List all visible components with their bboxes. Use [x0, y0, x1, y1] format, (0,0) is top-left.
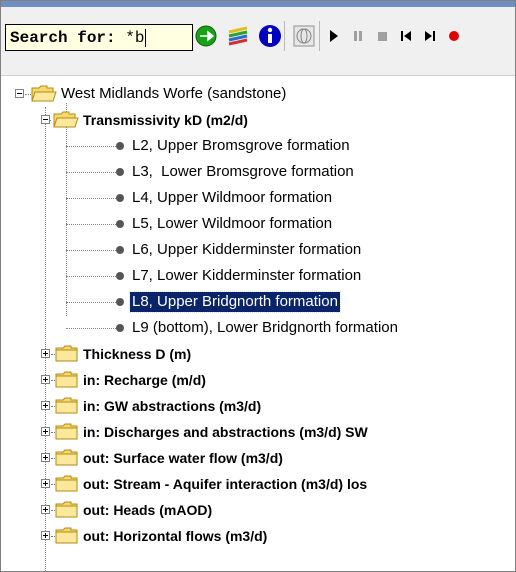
collapse-icon[interactable]: [41, 115, 50, 124]
leaf-label: L5, Lower Wildmoor formation: [132, 215, 333, 232]
folder-icon: [55, 527, 78, 544]
tree-group[interactable]: out: Horizontal flows (m3/d): [1, 523, 515, 549]
expand-icon[interactable]: [41, 479, 50, 488]
folder-icon: [55, 501, 78, 518]
tree-leaf[interactable]: L5, Lower Wildmoor formation: [1, 211, 515, 237]
tree-group[interactable]: Thickness D (m): [1, 341, 515, 367]
layer-bullet-icon: [116, 246, 124, 254]
folder-icon: [55, 423, 78, 440]
leaf-label: L6, Upper Kidderminster formation: [132, 241, 362, 258]
group-label: out: Stream - Aquifer interaction (m3/d)…: [83, 476, 368, 492]
leaf-label: L4, Upper Wildmoor formation: [132, 189, 333, 206]
tree-view[interactable]: West Midlands Worfe (sandstone) Transmis…: [1, 81, 515, 571]
tree-leaf[interactable]: L3, Lower Bromsgrove formation: [1, 159, 515, 185]
expand-icon[interactable]: [41, 427, 50, 436]
tree-root[interactable]: West Midlands Worfe (sandstone): [1, 81, 515, 107]
skip-back-icon[interactable]: [395, 21, 417, 51]
folder-icon: [55, 345, 78, 362]
search-label: Search for:: [10, 28, 126, 47]
tree-leaf[interactable]: L9 (bottom), Lower Bridgnorth formation: [1, 315, 515, 341]
layer-bullet-icon: [116, 142, 124, 150]
tree-group[interactable]: in: Discharges and abstractions (m3/d) S…: [1, 419, 515, 445]
layer-bullet-icon: [116, 220, 124, 228]
tree-group[interactable]: out: Surface water flow (m3/d): [1, 445, 515, 471]
leaf-label: L7, Lower Kidderminster formation: [132, 267, 362, 284]
skip-forward-icon[interactable]: [419, 21, 441, 51]
tree-group[interactable]: in: Recharge (m/d): [1, 367, 515, 393]
expand-icon[interactable]: [41, 531, 50, 540]
play-icon[interactable]: [323, 21, 345, 51]
layers-icon[interactable]: [223, 21, 253, 51]
layer-bullet-icon: [116, 168, 124, 176]
leaf-label: L2, Upper Bromsgrove formation: [132, 137, 350, 154]
green-arrow-icon[interactable]: [191, 21, 221, 51]
expand-icon[interactable]: [41, 453, 50, 462]
globe-icon[interactable]: [289, 21, 319, 51]
leaf-label: L9 (bottom), Lower Bridgnorth formation: [132, 319, 398, 336]
expand-icon[interactable]: [41, 349, 50, 358]
search-value[interactable]: *b: [125, 29, 144, 47]
layer-bullet-icon: [116, 272, 124, 280]
toolbar-separator: [284, 21, 285, 51]
folder-icon: [55, 449, 78, 466]
leaf-label: L3, Lower Bromsgrove formation: [132, 163, 354, 180]
tree-leaf[interactable]: L4, Upper Wildmoor formation: [1, 185, 515, 211]
record-icon[interactable]: [443, 21, 465, 51]
group-label: in: GW abstractions (m3/d): [83, 398, 262, 414]
toolbar: Search for: *b: [1, 7, 515, 76]
stop-icon[interactable]: [371, 21, 393, 51]
layer-bullet-icon: [116, 298, 124, 306]
tree-window: Search for: *b West Midlands Worfe (sand…: [0, 0, 516, 572]
info-icon[interactable]: [255, 21, 285, 51]
layer-bullet-icon: [116, 324, 124, 332]
folder-icon: [55, 475, 78, 492]
root-label: West Midlands Worfe (sandstone): [61, 85, 287, 102]
toolbar-separator: [319, 21, 320, 51]
folder-open-icon: [53, 111, 79, 128]
text-caret: [145, 28, 147, 47]
group-label: in: Discharges and abstractions (m3/d) S…: [83, 424, 368, 440]
group-label: in: Recharge (m/d): [83, 372, 206, 388]
group-label: Transmissivity kD (m2/d): [83, 112, 248, 128]
pause-icon[interactable]: [347, 21, 369, 51]
tree-leaf-selected[interactable]: L8, Upper Bridgnorth formation: [1, 289, 515, 315]
tree-leaf[interactable]: L6, Upper Kidderminster formation: [1, 237, 515, 263]
tree-group[interactable]: out: Stream - Aquifer interaction (m3/d)…: [1, 471, 515, 497]
layer-bullet-icon: [116, 194, 124, 202]
collapse-icon[interactable]: [15, 89, 24, 98]
tree-group[interactable]: in: GW abstractions (m3/d): [1, 393, 515, 419]
tree-group[interactable]: out: Heads (mAOD): [1, 497, 515, 523]
folder-open-icon: [31, 85, 57, 102]
group-label: out: Surface water flow (m3/d): [83, 450, 283, 466]
tree-leaf[interactable]: L2, Upper Bromsgrove formation: [1, 133, 515, 159]
folder-icon: [55, 371, 78, 388]
group-label: out: Heads (mAOD): [83, 502, 213, 518]
search-tooltip[interactable]: Search for: *b: [5, 24, 193, 51]
folder-icon: [55, 397, 78, 414]
group-label: Thickness D (m): [83, 346, 192, 362]
tree-group-transmissivity[interactable]: Transmissivity kD (m2/d): [1, 107, 515, 133]
expand-icon[interactable]: [41, 401, 50, 410]
leaf-label: L8, Upper Bridgnorth formation: [129, 291, 341, 313]
expand-icon[interactable]: [41, 375, 50, 384]
tree-leaf[interactable]: L7, Lower Kidderminster formation: [1, 263, 515, 289]
expand-icon[interactable]: [41, 505, 50, 514]
group-label: out: Horizontal flows (m3/d): [83, 528, 268, 544]
